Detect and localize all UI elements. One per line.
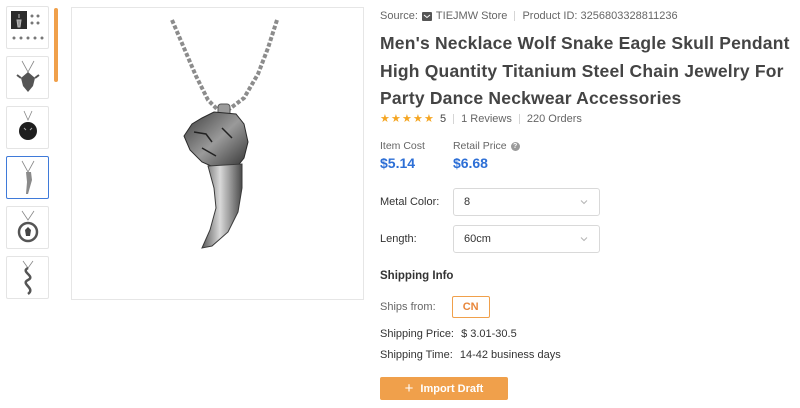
thumbnail-3-wolf-black[interactable] xyxy=(6,106,49,149)
rating-value: 5 xyxy=(440,113,447,125)
scrollbar-thumb[interactable] xyxy=(54,8,58,82)
star-icon: ★ xyxy=(413,112,423,125)
ships-from-cn-button[interactable]: CN xyxy=(451,296,490,318)
thumbnail-1-variants[interactable] xyxy=(6,6,49,49)
import-draft-button[interactable]: + Import Draft xyxy=(380,377,508,400)
length-row: Length: 60cm xyxy=(380,225,600,253)
rating-row: ★ ★ ★ ★ ★ 5 1 Reviews 220 Orders xyxy=(380,113,582,125)
shipping-time-row: Shipping Time: 14-42 business days xyxy=(380,349,561,361)
retail-price-value: $6.68 xyxy=(452,155,488,171)
store-name[interactable]: TIEJMW Store xyxy=(436,10,508,22)
metal-color-select[interactable]: 8 xyxy=(453,188,600,216)
chevron-down-icon xyxy=(580,200,588,205)
product-id-label: Product ID: xyxy=(522,10,578,22)
metal-color-value: 8 xyxy=(464,196,471,208)
retail-price-label: Retail Price xyxy=(452,140,507,152)
length-label: Length: xyxy=(380,233,417,245)
star-icon: ★ xyxy=(424,112,434,125)
source-line: Source: TIEJMW Store Product ID: 3256803… xyxy=(380,10,678,22)
plus-icon: + xyxy=(404,380,414,397)
thumbnail-list xyxy=(6,6,52,306)
ships-from-label: Ships from: xyxy=(380,301,436,313)
star-icon: ★ xyxy=(380,112,390,125)
metal-color-row: Metal Color: 8 xyxy=(380,188,600,216)
item-cost-block: Item Cost $5.14 xyxy=(380,140,425,171)
product-title: Men's Necklace Wolf Snake Eagle Skull Pe… xyxy=(380,33,790,108)
shipping-info-title: Shipping Info xyxy=(380,270,454,282)
shipping-price-label: Shipping Price: xyxy=(380,328,454,340)
chevron-down-icon xyxy=(580,237,588,242)
retail-price-block: Retail Price ? $6.68 xyxy=(453,140,520,171)
thumbnail-5-moon-wolf[interactable] xyxy=(6,206,49,249)
length-value: 60cm xyxy=(464,233,491,245)
main-product-image xyxy=(71,7,364,300)
ships-from-row: Ships from: CN xyxy=(380,296,490,318)
thumbnail-2-eagle[interactable] xyxy=(6,56,49,99)
divider xyxy=(453,114,455,124)
star-icon: ★ xyxy=(402,112,412,125)
import-draft-label: Import Draft xyxy=(420,382,484,395)
store-icon xyxy=(421,11,432,21)
thumbnail-6-snake[interactable] xyxy=(6,256,49,299)
star-icon: ★ xyxy=(391,112,401,125)
divider xyxy=(518,114,520,124)
item-cost-value: $5.14 xyxy=(380,155,416,171)
reviews-count: 1 Reviews xyxy=(461,113,512,125)
metal-color-label: Metal Color: xyxy=(380,196,440,208)
item-cost-label: Item Cost xyxy=(380,140,425,152)
shipping-price-row: Shipping Price: $ 3.01-30.5 xyxy=(380,328,517,340)
product-id: 3256803328811236 xyxy=(580,10,678,22)
thumbnail-scrollbar[interactable] xyxy=(54,8,58,298)
retail-price-label-row: Retail Price ? xyxy=(453,140,520,152)
divider xyxy=(514,11,516,21)
star-rating: ★ ★ ★ ★ ★ xyxy=(380,112,435,125)
orders-count: 220 Orders xyxy=(526,113,582,125)
length-select[interactable]: 60cm xyxy=(453,225,600,253)
shipping-time-value: 14-42 business days xyxy=(459,349,561,361)
shipping-price-value: $ 3.01-30.5 xyxy=(461,328,517,340)
help-icon[interactable]: ? xyxy=(510,141,520,151)
thumbnail-4-wolf-fang[interactable] xyxy=(6,156,49,199)
source-label: Source: xyxy=(380,10,418,22)
shipping-time-label: Shipping Time: xyxy=(380,349,453,361)
price-section: Item Cost $5.14 Retail Price ? $6.68 xyxy=(380,140,548,171)
